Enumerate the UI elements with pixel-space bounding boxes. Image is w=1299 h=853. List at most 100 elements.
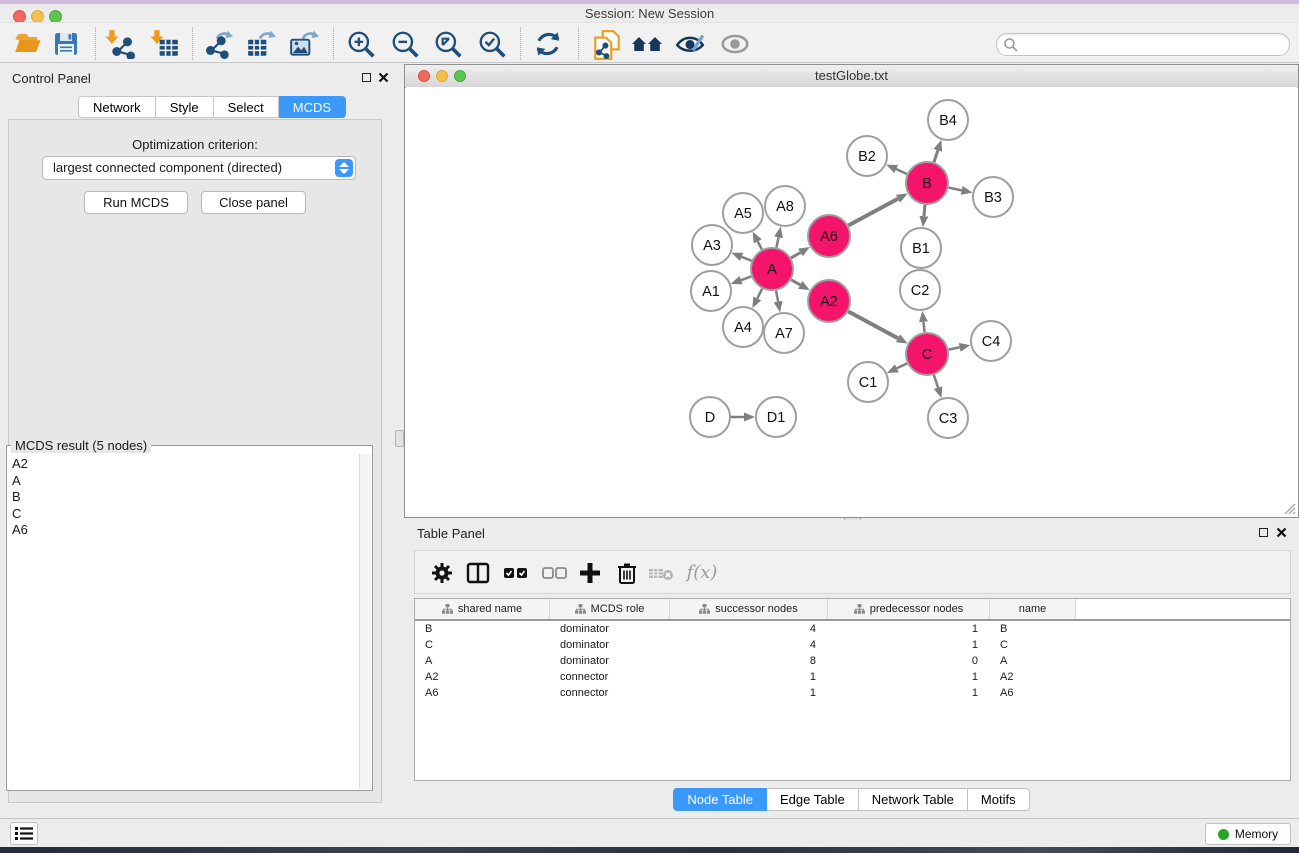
table-cell[interactable]: A2 [415,671,550,683]
result-list-scrollbar[interactable] [359,454,371,789]
graph-edge-A-A4[interactable] [757,289,762,299]
table-row[interactable]: Adominator80A [415,653,1290,669]
delete-row-button[interactable] [612,558,642,588]
tab-style[interactable]: Style [156,96,214,118]
graph-edge-A2-C[interactable] [848,311,898,338]
result-list-item[interactable]: A [12,473,360,490]
graph-edge-C-C4[interactable] [949,347,960,349]
graph-edge-C-C2[interactable] [923,322,924,332]
table-cell[interactable]: B [990,623,1076,635]
save-session-button[interactable] [49,28,83,60]
table-row[interactable]: A2connector11A2 [415,669,1290,685]
close-panel-icon[interactable] [378,72,389,83]
tab-network-table[interactable]: Network Table [859,788,968,811]
run-mcds-button[interactable]: Run MCDS [84,191,188,214]
tab-edge-table[interactable]: Edge Table [767,788,859,811]
table-cell[interactable]: connector [550,671,670,683]
table-cell[interactable]: dominator [550,639,670,651]
table-cell[interactable]: connector [550,687,670,699]
graph-edge-A-A3[interactable] [742,257,752,261]
mcds-result-list[interactable]: A2ABCA6 [8,454,360,789]
search-input[interactable] [996,33,1290,56]
graph-edge-A-A1[interactable] [741,276,751,280]
zoom-fit-button[interactable] [431,28,465,60]
network-graph[interactable]: AA1A2A3A4A5A6A7A8BB1B2B3B4CC1C2C3C4DD1 [406,87,1297,516]
graph-edge-A-A2[interactable] [791,280,800,285]
table-close-icon[interactable] [1276,527,1287,538]
column-header-name[interactable]: name [990,599,1076,619]
table-options-button[interactable] [427,558,457,588]
result-list-item[interactable]: B [12,489,360,506]
graph-edge-A-A8[interactable] [776,237,778,247]
column-header-successor-nodes[interactable]: successor nodes [670,599,828,619]
show-graphics-details-button[interactable] [718,28,752,60]
column-header-mcds-role[interactable]: MCDS role [550,599,670,619]
table-cell[interactable]: 1 [828,639,990,651]
zoom-out-button[interactable] [388,28,422,60]
add-row-button[interactable] [575,558,605,588]
export-network-button[interactable] [201,28,235,60]
table-cell[interactable]: A2 [990,671,1076,683]
table-row[interactable]: Bdominator41B [415,621,1290,637]
table-cell[interactable]: 1 [670,687,828,699]
table-cell[interactable]: A [990,655,1076,667]
table-cell[interactable]: 1 [828,687,990,699]
graph-edge-A-A5[interactable] [758,241,762,249]
table-row[interactable]: Cdominator41C [415,637,1290,653]
node-table[interactable]: shared name MCDS role successor nodes pr… [414,598,1291,781]
table-cell[interactable]: 1 [670,671,828,683]
delete-table-button[interactable] [647,558,677,588]
criterion-select[interactable]: largest connected component (directed) [42,156,356,180]
graph-edge-C-C3[interactable] [934,375,938,388]
close-panel-button[interactable]: Close panel [201,191,306,214]
graph-edge-A-A7[interactable] [776,291,778,302]
table-cell[interactable]: A [415,655,550,667]
zoom-selected-button[interactable] [475,28,509,60]
function-builder-button[interactable]: f(x) [681,558,723,588]
network-window-titlebar[interactable]: testGlobe.txt [405,65,1298,88]
table-cell[interactable]: A6 [990,687,1076,699]
export-image-button[interactable] [287,28,321,60]
tab-network[interactable]: Network [78,96,156,118]
table-cell[interactable]: 1 [828,671,990,683]
table-cell[interactable]: 1 [828,623,990,635]
graph-edge-C-C1[interactable] [897,363,907,368]
table-cell[interactable]: 8 [670,655,828,667]
open-session-button[interactable] [11,28,45,60]
apply-layout-button[interactable] [531,28,565,60]
tab-motifs[interactable]: Motifs [968,788,1030,811]
graph-edge-B-B1[interactable] [924,205,925,216]
table-float-icon[interactable] [1259,528,1268,537]
column-header-shared-name[interactable]: shared name [415,599,550,619]
float-panel-icon[interactable] [362,73,371,82]
table-cell[interactable]: 0 [828,655,990,667]
table-row[interactable]: A6connector11A6 [415,685,1290,701]
result-list-item[interactable]: C [12,506,360,523]
network-canvas[interactable]: AA1A2A3A4A5A6A7A8BB1B2B3B4CC1C2C3C4DD1 [406,87,1297,516]
table-cell[interactable]: dominator [550,623,670,635]
tab-mcds[interactable]: MCDS [279,96,346,118]
graph-edge-B-B2[interactable] [896,169,907,174]
graph-edge-A6-B[interactable] [848,199,898,226]
graph-edge-B-B4[interactable] [934,150,938,162]
tab-select[interactable]: Select [214,96,279,118]
table-cell[interactable]: C [990,639,1076,651]
table-cell[interactable]: 4 [670,623,828,635]
export-table-button[interactable] [244,28,278,60]
table-cell[interactable]: 4 [670,639,828,651]
column-header-predecessor-nodes[interactable]: predecessor nodes [828,599,990,619]
first-neighbors-button[interactable] [630,28,664,60]
table-cell[interactable]: A6 [415,687,550,699]
vertical-splitter-handle[interactable] [395,430,404,447]
import-network-button[interactable] [103,28,137,60]
import-table-button[interactable] [148,28,182,60]
table-cell[interactable]: B [415,623,550,635]
show-column-button[interactable] [463,558,493,588]
zoom-in-button[interactable] [344,28,378,60]
clone-network-button[interactable] [590,28,624,60]
result-list-item[interactable]: A2 [12,456,360,473]
select-all-columns-button[interactable] [501,558,531,588]
memory-button[interactable]: Memory [1205,823,1291,845]
graph-edge-A-A6[interactable] [791,253,800,258]
task-history-button[interactable] [10,822,38,845]
